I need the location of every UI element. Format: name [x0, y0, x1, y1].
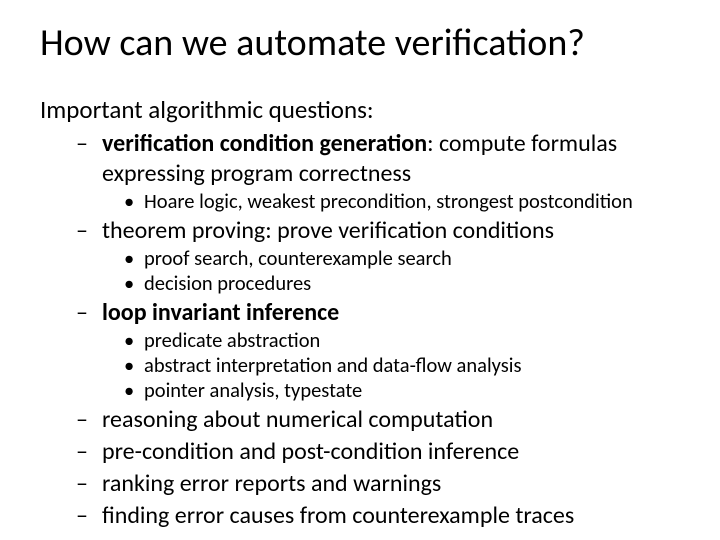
item-plain: reasoning about numerical computation: [102, 405, 493, 434]
list-subitem: predicate abstraction: [144, 328, 680, 353]
slide-title: How can we automate verification?: [40, 20, 680, 66]
bullet-list-level2: proof search, counterexample search deci…: [102, 246, 680, 296]
item-plain: finding error causes from counterexample…: [102, 501, 574, 530]
list-item: reasoning about numerical computation: [102, 405, 680, 435]
item-bold: loop invariant inference: [102, 298, 339, 327]
list-subitem: proof search, counterexample search: [144, 246, 680, 271]
bullet-list-level2: predicate abstraction abstract interpret…: [102, 328, 680, 403]
bullet-list-level1: verification condition generation: compu…: [40, 129, 680, 531]
item-plain: pre-condition and post-condition inferen…: [102, 437, 519, 466]
list-item: verification condition generation: compu…: [102, 129, 680, 214]
list-item: loop invariant inference predicate abstr…: [102, 298, 680, 403]
list-subitem: Hoare logic, weakest precondition, stron…: [144, 189, 680, 214]
list-item: theorem proving: prove verification cond…: [102, 216, 680, 296]
item-plain: theorem proving: prove verification cond…: [102, 216, 554, 245]
intro-text: Important algorithmic questions:: [40, 94, 680, 125]
list-item: ranking error reports and warnings: [102, 469, 680, 499]
list-subitem: abstract interpretation and data-flow an…: [144, 353, 680, 378]
slide: How can we automate verification? Import…: [0, 0, 720, 540]
list-subitem: pointer analysis, typestate: [144, 378, 680, 403]
list-subitem: decision procedures: [144, 271, 680, 296]
list-item: pre-condition and post-condition inferen…: [102, 437, 680, 467]
item-bold: verification condition generation: [102, 129, 427, 158]
bullet-list-level2: Hoare logic, weakest precondition, stron…: [102, 189, 680, 214]
list-item: finding error causes from counterexample…: [102, 501, 680, 531]
item-plain: ranking error reports and warnings: [102, 469, 441, 498]
